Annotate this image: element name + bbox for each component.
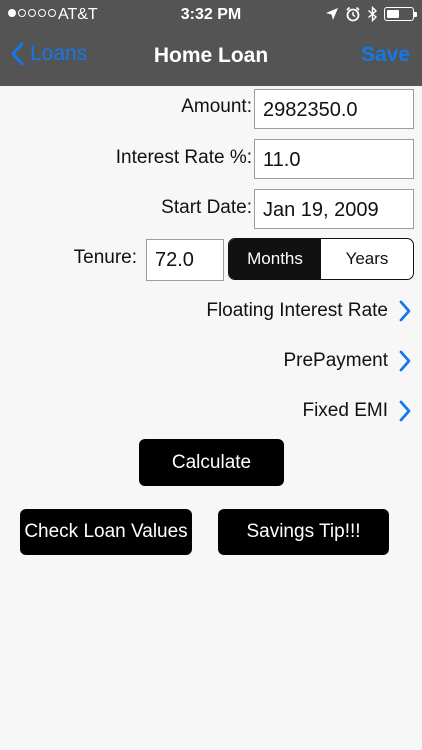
tenure-label: Tenure: <box>73 247 137 268</box>
fixed-emi-label: Fixed EMI <box>302 400 388 421</box>
prepayment-link[interactable]: PrePayment <box>283 350 412 372</box>
page-title: Home Loan <box>153 44 269 67</box>
bluetooth-icon <box>368 6 378 22</box>
tenure-years-option[interactable]: Years <box>321 239 413 279</box>
tenure-months-option[interactable]: Months <box>229 239 321 279</box>
floating-interest-rate-label: Floating Interest Rate <box>206 300 388 321</box>
prepayment-label: PrePayment <box>283 350 388 371</box>
start-date-input[interactable]: Jan 19, 2009 <box>254 189 414 229</box>
status-bar: AT&T 3:32 PM <box>0 0 422 30</box>
tenure-unit-toggle: Months Years <box>228 238 414 280</box>
chevron-right-icon <box>399 400 411 422</box>
floating-interest-rate-link[interactable]: Floating Interest Rate <box>206 300 412 322</box>
calculate-button[interactable]: Calculate <box>139 439 284 486</box>
status-icons <box>325 6 417 22</box>
interest-rate-input[interactable]: 11.0 <box>254 139 414 179</box>
amount-label: Amount: <box>181 96 252 117</box>
chevron-right-icon <box>399 300 411 322</box>
battery-icon <box>384 7 417 21</box>
check-loan-values-button[interactable]: Check Loan Values <box>20 509 192 555</box>
chevron-right-icon <box>399 350 411 372</box>
tenure-input[interactable]: 72.0 <box>146 239 224 281</box>
save-button[interactable]: Save <box>361 43 410 67</box>
savings-tip-button[interactable]: Savings Tip!!! <box>218 509 389 555</box>
start-date-label: Start Date: <box>161 197 252 218</box>
amount-input[interactable]: 2982350.0 <box>254 89 414 129</box>
location-arrow-icon <box>326 8 338 20</box>
alarm-clock-icon <box>346 6 360 22</box>
fixed-emi-link[interactable]: Fixed EMI <box>302 400 412 422</box>
interest-rate-label: Interest Rate %: <box>115 147 252 168</box>
navigation-bar: Loans Home Loan Save <box>0 30 422 86</box>
header-bar: AT&T 3:32 PM Loans Home Loan Save <box>0 0 422 86</box>
